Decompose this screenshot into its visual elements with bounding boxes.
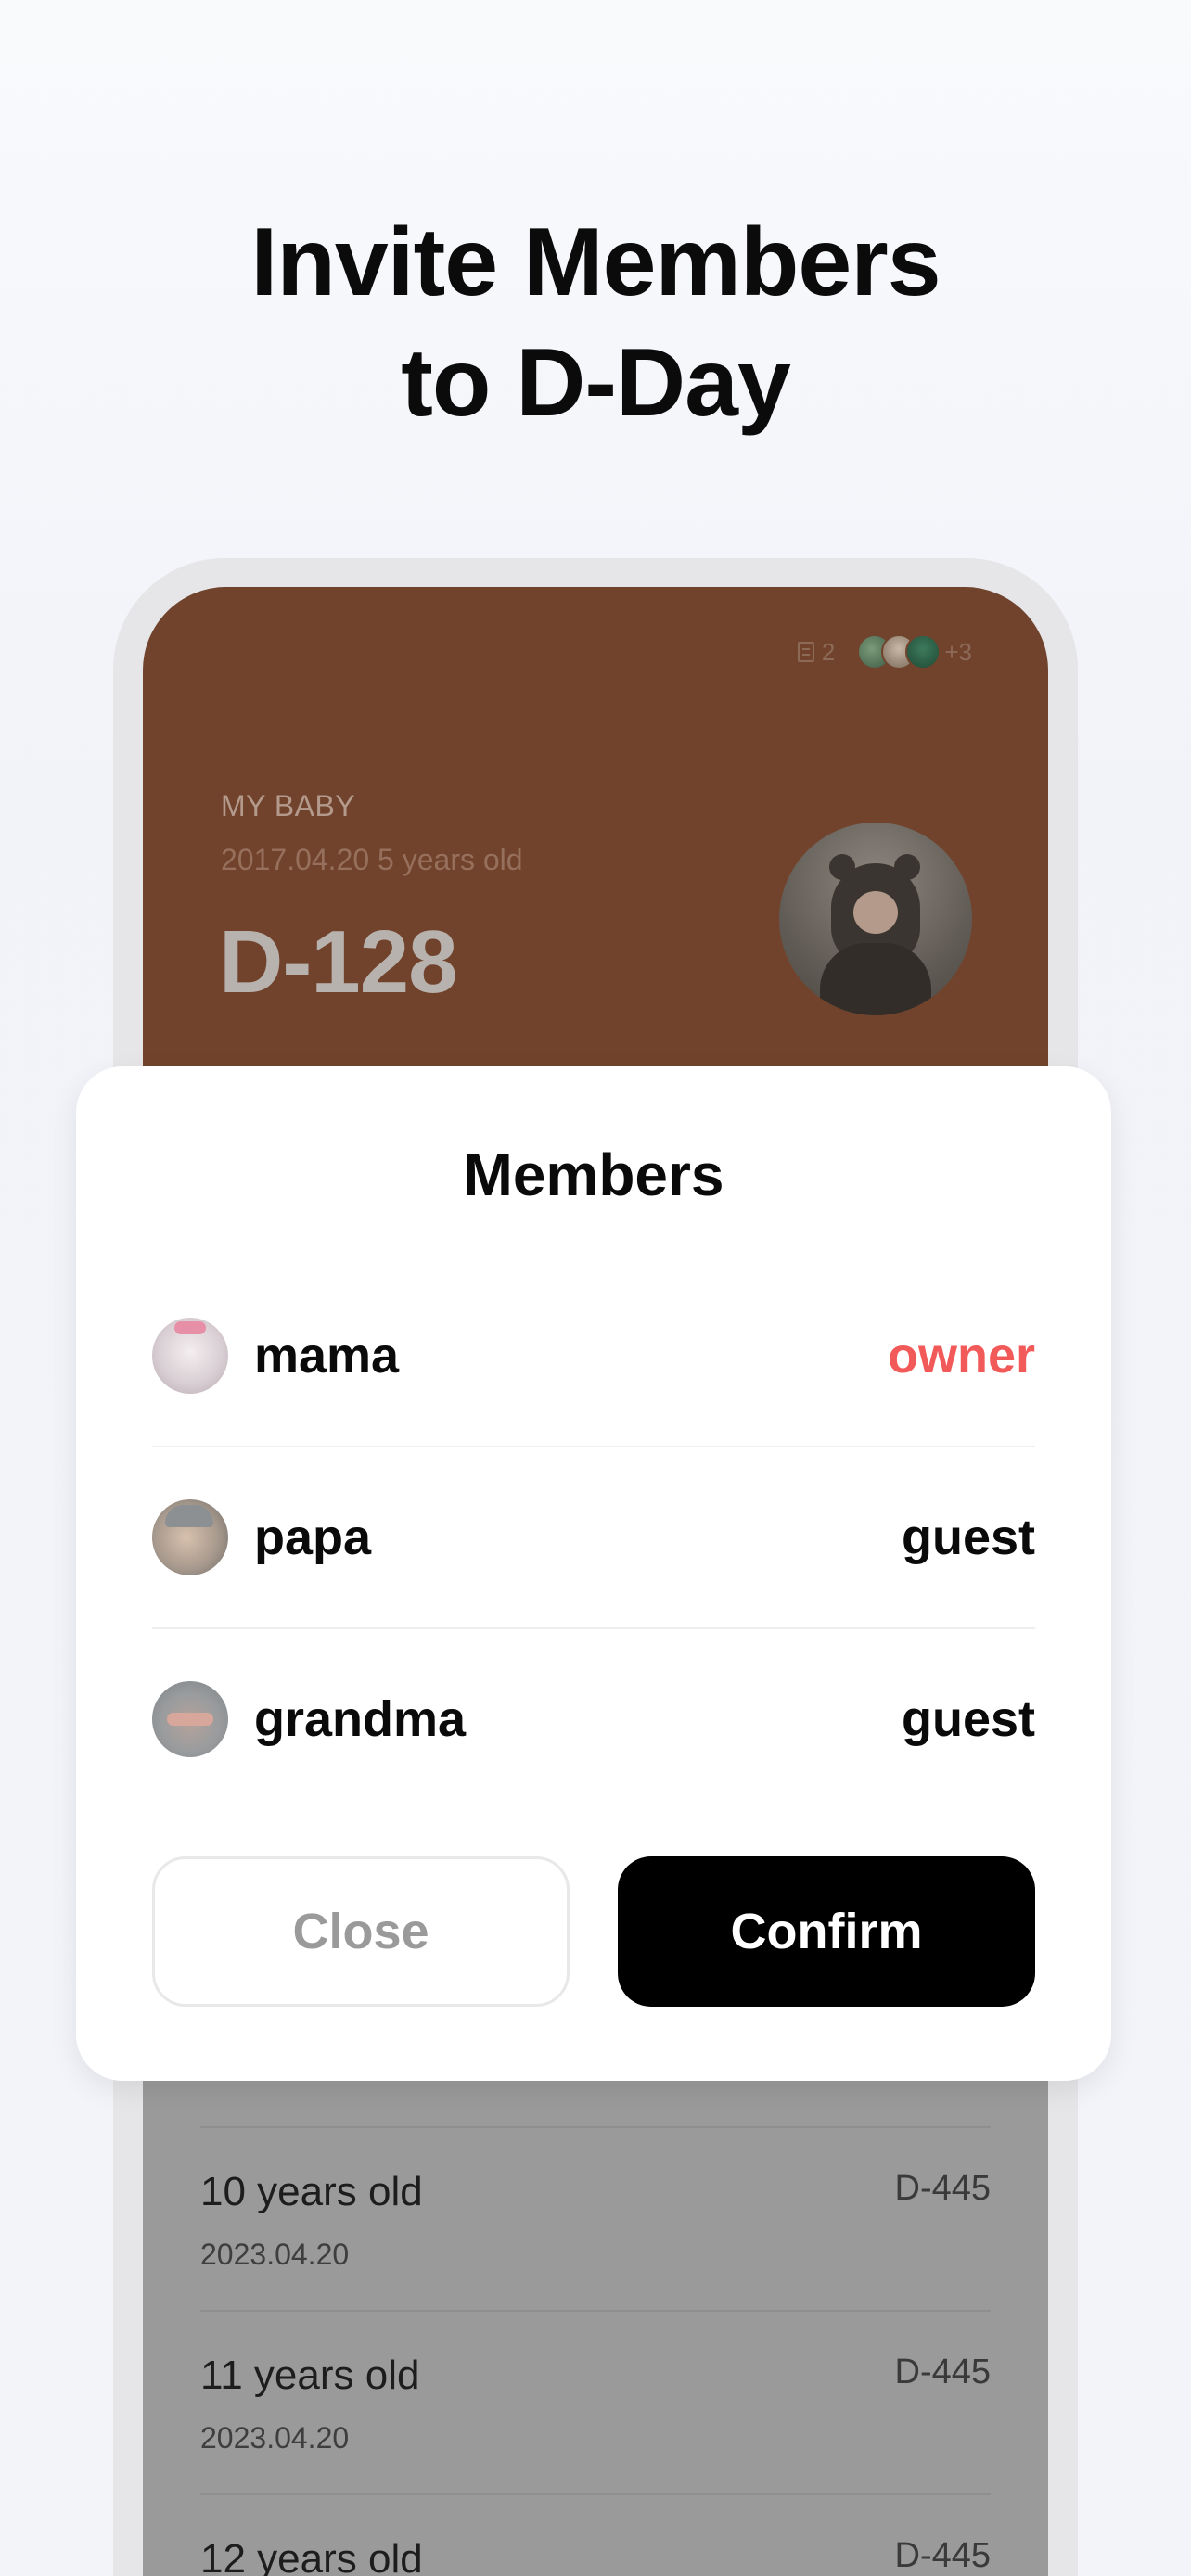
- list-item-date: 2023.04.20: [200, 2421, 350, 2455]
- list-item-title: 10 years old: [200, 2169, 423, 2214]
- member-avatars[interactable]: +3: [857, 634, 972, 670]
- document-icon: [797, 642, 814, 662]
- member-role: guest: [901, 1691, 1035, 1747]
- card-label: MY BABY: [221, 789, 356, 823]
- list-item[interactable]: 12 years old D-445: [200, 2493, 991, 2576]
- headline-line-2: to D-Day: [401, 329, 791, 437]
- list-item-dday: D-445: [894, 2353, 992, 2391]
- page-headline: Invite Members to D-Day: [0, 202, 1191, 443]
- more-members-count: +3: [944, 637, 972, 666]
- avatar: [152, 1499, 228, 1575]
- dday-card[interactable]: 2 +3 MY BABY 2017.04.20 5 years old D-12…: [143, 587, 1048, 1069]
- member-role: owner: [887, 1328, 1035, 1384]
- list-item-title: 12 years old: [200, 2536, 423, 2576]
- card-top-bar: 2 +3: [797, 633, 972, 670]
- member-row-grandma[interactable]: grandma guest: [152, 1629, 1035, 1811]
- modal-title: Members: [463, 1141, 724, 1208]
- member-name: papa: [254, 1510, 372, 1565]
- card-dday: D-128: [219, 912, 457, 1012]
- member-role: guest: [901, 1510, 1035, 1565]
- confirm-button[interactable]: Confirm: [618, 1856, 1035, 2007]
- list-item-title: 11 years old: [200, 2353, 420, 2398]
- list-item[interactable]: 10 years old 2023.04.20 D-445: [200, 2126, 991, 2310]
- avatar: [152, 1681, 228, 1757]
- baby-photo: [779, 823, 972, 1015]
- member-row-papa[interactable]: papa guest: [152, 1447, 1035, 1629]
- list-item[interactable]: 11 years old 2023.04.20 D-445: [200, 2310, 991, 2493]
- list-item-dday: D-445: [894, 2169, 992, 2208]
- headline-line-1: Invite Members: [250, 209, 941, 316]
- avatar: [905, 634, 941, 670]
- close-button[interactable]: Close: [152, 1856, 570, 2007]
- doc-count: 2: [821, 637, 836, 666]
- list-item-dday: D-445: [894, 2536, 992, 2575]
- card-subtitle: 2017.04.20 5 years old: [221, 843, 523, 876]
- member-row-mama[interactable]: mama owner: [152, 1266, 1035, 1447]
- doc-count-badge[interactable]: 2: [797, 637, 836, 667]
- member-name: grandma: [254, 1691, 467, 1747]
- member-name: mama: [254, 1328, 400, 1384]
- list-item-date: 2023.04.20: [200, 2238, 350, 2271]
- avatar: [152, 1318, 228, 1394]
- members-modal: Members mama owner papa guest grandma gu…: [76, 1066, 1111, 2081]
